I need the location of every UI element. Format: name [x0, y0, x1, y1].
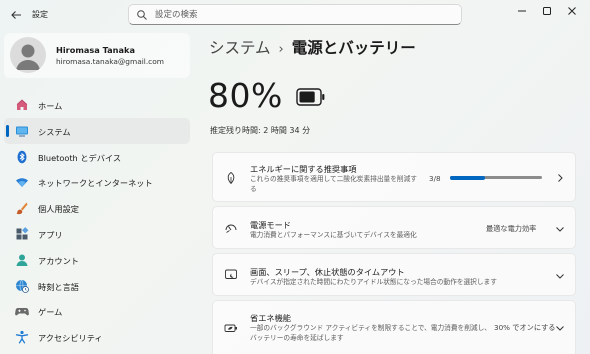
- avatar: [10, 37, 46, 73]
- leaf-icon: [224, 171, 238, 185]
- sidebar-item-label: 時刻と言語: [38, 281, 79, 292]
- battery-percentage: 80%: [208, 76, 283, 115]
- apps-icon: [15, 227, 29, 241]
- card-description: これらの推奨事項を適用して二酸化炭素排出量を削減する: [250, 175, 417, 193]
- breadcrumb-separator: ›: [278, 42, 284, 57]
- energy-saver-icon: [224, 321, 238, 335]
- power-mode-card[interactable]: 電源モード 電力消費とパフォーマンスに基づいてデバイスを最適化 最適な電力効率: [212, 206, 576, 249]
- title-bar: 設定: [0, 0, 590, 30]
- sidebar-item-label: アクセシビリティ: [38, 333, 103, 344]
- user-profile[interactable]: Hiromasa Tanaka hiromasa.tanaka@gmail.co…: [4, 33, 190, 78]
- card-description: 電力消費とパフォーマンスに基づいてデバイスを最適化: [250, 231, 417, 239]
- sidebar-item-label: ネットワークとインターネット: [38, 178, 153, 189]
- sidebar-item-system[interactable]: システム: [4, 117, 190, 144]
- globe-clock-icon: [15, 279, 29, 293]
- system-icon: [15, 124, 29, 138]
- user-name: Hiromasa Tanaka: [56, 45, 136, 55]
- home-icon: [15, 98, 29, 112]
- account-icon: [15, 253, 29, 267]
- sidebar-item-label: 個人用設定: [38, 204, 79, 215]
- sidebar-item-label: アプリ: [38, 229, 63, 240]
- search-box[interactable]: [128, 4, 462, 25]
- sidebar-item-network[interactable]: ネットワークとインターネット: [4, 169, 190, 195]
- card-description: デバイスが指定された時間にわたりアイドル状態になった場合の動作を選択します: [250, 278, 497, 286]
- recommendations-count: 3/8: [429, 174, 441, 183]
- user-email: hiromasa.tanaka@gmail.com: [56, 57, 164, 66]
- breadcrumb-parent[interactable]: システム: [209, 39, 271, 57]
- chevron-down-icon: [555, 323, 565, 333]
- screen-sleep-icon: [224, 268, 238, 282]
- back-arrow-icon[interactable]: [9, 8, 23, 22]
- sidebar-item-personalization[interactable]: 個人用設定: [4, 195, 190, 221]
- progress-fill: [450, 175, 485, 180]
- power-mode-icon: [224, 221, 238, 235]
- sidebar-nav: ホーム システム Bluetooth とデバイス ネットワークとインターネット …: [4, 92, 190, 350]
- sidebar-item-accounts[interactable]: アカウント: [4, 247, 190, 273]
- sidebar-item-label: ホーム: [38, 101, 63, 111]
- page-title: 電源とバッテリー: [291, 39, 416, 57]
- brush-icon: [15, 201, 29, 215]
- energy-saver-threshold-dropdown[interactable]: 30% でオンにする: [494, 323, 555, 333]
- battery-icon: [296, 88, 326, 109]
- sidebar-item-label: システム: [38, 126, 71, 137]
- chevron-down-icon: [555, 271, 565, 281]
- estimated-remaining-time: 推定残り時間: 2 時間 34 分: [210, 126, 311, 135]
- sidebar-item-apps[interactable]: アプリ: [4, 221, 190, 247]
- breadcrumb: システム › 電源とバッテリー: [209, 36, 416, 58]
- energy-saver-card[interactable]: 省エネ機能 一部のバックグラウンド アクティビティを制限することで、電力消費を削…: [212, 300, 576, 354]
- minimize-button[interactable]: [510, 3, 534, 19]
- energy-recommendations-card[interactable]: エネルギーに関する推奨事項 これらの推奨事項を適用して二酸化炭素排出量を削減する…: [212, 152, 576, 202]
- sidebar-item-bluetooth[interactable]: Bluetooth とデバイス: [4, 144, 190, 170]
- active-indicator: [6, 124, 9, 137]
- sidebar-item-gaming[interactable]: ゲーム: [4, 298, 190, 324]
- gamepad-icon: [15, 304, 29, 318]
- chevron-right-icon: [555, 173, 565, 183]
- sidebar-item-label: アカウント: [38, 255, 79, 266]
- sidebar-item-accessibility[interactable]: アクセシビリティ: [4, 324, 190, 350]
- sidebar-item-time-language[interactable]: 時刻と言語: [4, 273, 190, 299]
- card-description: 一部のバックグラウンド アクティビティを制限することで、電力消費を削減し、バッテ…: [250, 324, 491, 342]
- bluetooth-icon: [15, 150, 29, 164]
- sidebar-item-home[interactable]: ホーム: [4, 92, 190, 118]
- search-icon: [136, 9, 148, 21]
- accessibility-icon: [15, 330, 29, 344]
- maximize-button[interactable]: [535, 3, 559, 19]
- app-title: 設定: [32, 10, 48, 19]
- sidebar-item-label: Bluetooth とデバイス: [38, 152, 122, 163]
- search-input[interactable]: [155, 8, 455, 22]
- recommendations-progress-bar: [450, 175, 542, 180]
- chevron-down-icon: [555, 224, 565, 234]
- sidebar-item-label: ゲーム: [38, 307, 63, 318]
- screen-sleep-timeout-card[interactable]: 画面、スリープ、休止状態のタイムアウト デバイスが指定された時間にわたりアイドル…: [212, 253, 576, 296]
- power-mode-dropdown[interactable]: 最適な電力効率: [486, 224, 536, 234]
- close-button[interactable]: [560, 3, 584, 19]
- wifi-icon: [15, 175, 29, 189]
